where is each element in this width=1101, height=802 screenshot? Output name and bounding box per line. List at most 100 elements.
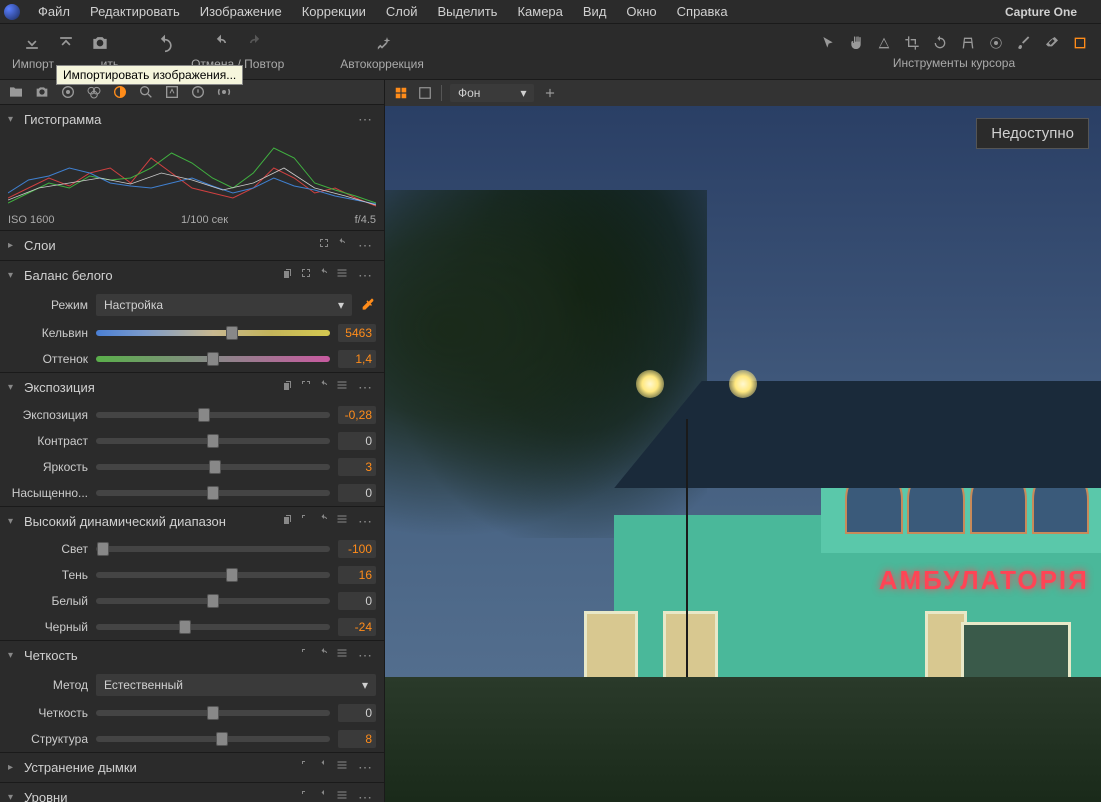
autocorrect-icon[interactable] [372,33,392,53]
layers-header[interactable]: ▸ Слои ⋯ [0,231,384,260]
crop-tool-icon[interactable] [903,34,921,52]
eyedropper-icon[interactable] [360,297,376,313]
copy-icon[interactable] [282,267,294,279]
reset-icon[interactable] [318,379,330,391]
saturation-value[interactable]: 0 [338,484,376,502]
reset-icon[interactable] [318,647,330,659]
layer-select[interactable]: Фон▾ [450,84,534,102]
expand-icon[interactable] [318,237,330,249]
saturation-slider[interactable] [96,490,330,496]
reset-icon[interactable] [318,513,330,525]
menu-layer[interactable]: Слой [376,0,428,23]
reset-icon[interactable] [318,267,330,279]
pointer-tool-icon[interactable] [819,34,837,52]
clarity-header[interactable]: ▾ Четкость ⋯ [0,641,384,670]
copy-icon[interactable] [282,513,294,525]
shadow-value[interactable]: 16 [338,566,376,584]
panel-menu-icon[interactable]: ⋯ [354,237,376,254]
brightness-slider[interactable] [96,464,330,470]
histogram-header[interactable]: ▾ Гистограмма ⋯ [0,105,384,134]
reset-icon[interactable] [318,759,330,771]
tint-value[interactable]: 1,4 [338,350,376,368]
black-slider[interactable] [96,624,330,630]
wb-mode-select[interactable]: Настройка▾ [96,294,352,316]
light-value[interactable]: -100 [338,540,376,558]
add-layer-icon[interactable] [542,85,558,101]
menu-camera[interactable]: Камера [507,0,572,23]
details-tab-icon[interactable] [138,84,154,100]
exposure-tool-icon[interactable] [875,34,893,52]
black-value[interactable]: -24 [338,618,376,636]
eraser-tool-icon[interactable] [1043,34,1061,52]
panel-menu-icon[interactable]: ⋯ [354,267,376,284]
tint-slider[interactable] [96,356,330,362]
panel-menu-icon[interactable]: ⋯ [354,379,376,396]
preset-icon[interactable] [336,647,348,659]
panel-menu-icon[interactable]: ⋯ [354,647,376,664]
preset-icon[interactable] [336,789,348,801]
library-tab-icon[interactable] [8,84,24,100]
hdr-header[interactable]: ▾ Высокий динамический диапазон ⋯ [0,507,384,536]
brightness-value[interactable]: 3 [338,458,376,476]
panel-menu-icon[interactable]: ⋯ [354,789,376,802]
structure-value[interactable]: 8 [338,730,376,748]
import-icon[interactable] [22,33,42,53]
kelvin-slider[interactable] [96,330,330,336]
copy-icon[interactable] [282,379,294,391]
clarity-slider[interactable] [96,710,330,716]
adjustments-tab-icon[interactable] [164,84,180,100]
menu-image[interactable]: Изображение [190,0,292,23]
panel-menu-icon[interactable]: ⋯ [354,513,376,530]
menu-adjustments[interactable]: Коррекции [292,0,376,23]
expand-icon[interactable] [300,267,312,279]
output-tab-icon[interactable] [216,84,232,100]
menu-edit[interactable]: Редактировать [80,0,190,23]
structure-slider[interactable] [96,736,330,742]
clarity-value[interactable]: 0 [338,704,376,722]
metadata-tab-icon[interactable] [190,84,206,100]
preset-icon[interactable] [336,759,348,771]
keystone-tool-icon[interactable] [959,34,977,52]
capture-tab-icon[interactable] [34,84,50,100]
menu-help[interactable]: Справка [667,0,738,23]
contrast-slider[interactable] [96,438,330,444]
expand-icon[interactable] [300,759,312,771]
expand-icon[interactable] [300,647,312,659]
image-canvas[interactable]: Недоступно АМБУЛАТОРІЯ [385,106,1101,802]
lens-tab-icon[interactable] [60,84,76,100]
grid-view-icon[interactable] [393,85,409,101]
spot-tool-icon[interactable] [987,34,1005,52]
reset-icon[interactable] [318,789,330,801]
exposure-header[interactable]: ▾ Экспозиция ⋯ [0,373,384,402]
redo-step-icon[interactable] [245,33,265,53]
brush-tool-icon[interactable] [1015,34,1033,52]
exposure-tab-icon[interactable] [112,84,128,100]
expand-icon[interactable] [300,513,312,525]
reset-icon[interactable] [336,237,348,249]
exp-slider[interactable] [96,412,330,418]
white-balance-header[interactable]: ▾ Баланс белого ⋯ [0,261,384,290]
contrast-value[interactable]: 0 [338,432,376,450]
capture-icon[interactable] [90,33,110,53]
expand-icon[interactable] [300,789,312,801]
panel-menu-icon[interactable]: ⋯ [354,759,376,776]
hand-tool-icon[interactable] [847,34,865,52]
undo-icon[interactable] [155,33,175,53]
levels-header[interactable]: ▾ Уровни ⋯ [0,783,384,802]
white-value[interactable]: 0 [338,592,376,610]
kelvin-value[interactable]: 5463 [338,324,376,342]
rotate-tool-icon[interactable] [931,34,949,52]
export-icon[interactable] [56,33,76,53]
preset-icon[interactable] [336,513,348,525]
light-slider[interactable] [96,546,330,552]
menu-select[interactable]: Выделить [427,0,507,23]
white-slider[interactable] [96,598,330,604]
preset-icon[interactable] [336,267,348,279]
method-select[interactable]: Естественный▾ [96,674,376,696]
dehaze-header[interactable]: ▸ Устранение дымки ⋯ [0,753,384,782]
menu-window[interactable]: Окно [616,0,666,23]
gradient-tool-icon[interactable] [1071,34,1089,52]
single-view-icon[interactable] [417,85,433,101]
menu-file[interactable]: Файл [28,0,80,23]
panel-menu-icon[interactable]: ⋯ [354,111,376,128]
